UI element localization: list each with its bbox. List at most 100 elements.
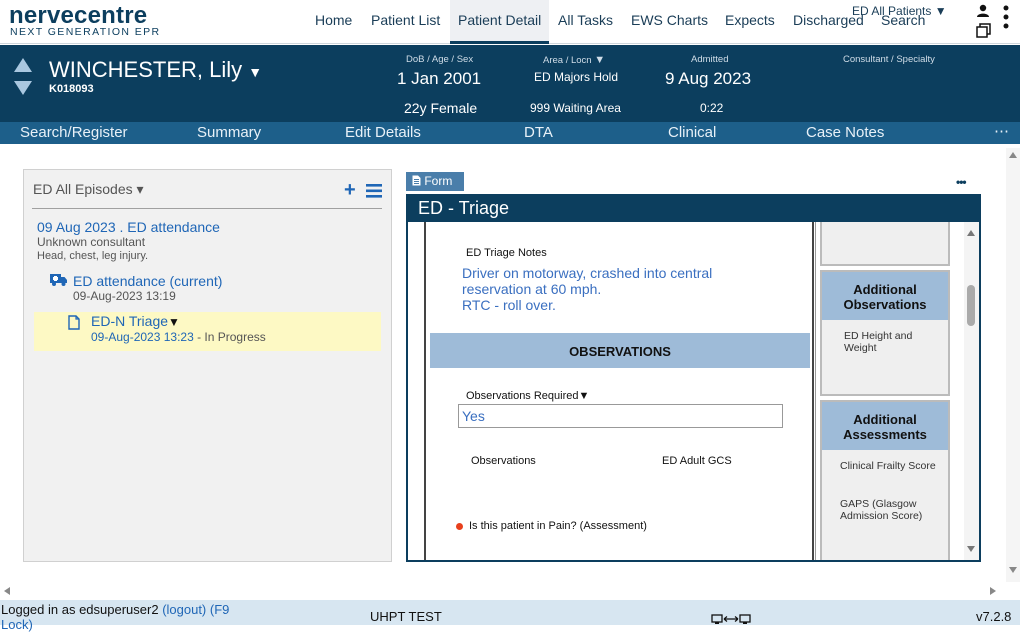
episode-consultant: Unknown consultant [37,235,146,249]
tab-edit-details[interactable]: Edit Details [345,124,421,141]
patient-list-selector[interactable]: ED All Patients ▼ [852,4,947,18]
tab-dta[interactable]: DTA [524,124,553,141]
nav-patient-detail[interactable]: Patient Detail [450,0,550,44]
page-horizontal-scrollbar[interactable] [0,584,1000,598]
patient-banner: WINCHESTER, Lily ▼ K018093 DoB / Age / S… [0,45,1020,123]
form-scroll-up-icon[interactable] [967,230,975,236]
ed-adult-gcs-link[interactable]: ED Adult GCS [662,455,732,467]
ed-attendance-time: 09-Aug-2023 13:19 [73,289,176,303]
patient-menu-caret[interactable]: ▼ [248,64,262,80]
location-value: 999 Waiting Area [530,101,621,115]
area-value: ED Majors Hold [534,70,619,84]
logged-in-text: Logged in as edsuperuser2 [1,602,159,617]
episodes-filter[interactable]: ED All Episodes ▾ [33,181,144,198]
obs-required-label-text: Observations Required [466,390,579,402]
more-menu-icon[interactable] [1003,5,1009,29]
nav-all-tasks[interactable]: All Tasks [558,12,613,28]
admitted-date: 9 Aug 2023 [665,69,752,88]
remote-connection-icon [711,614,751,624]
nav-ews-charts[interactable]: EWS Charts [631,12,708,28]
additional-observations-header: Additional Observations [822,272,948,320]
side-card-previous [820,222,950,266]
form-more-icon[interactable]: ••• [956,175,967,189]
pain-question-link[interactable]: Is this patient in Pain? (Assessment) [469,520,647,532]
obs-required-label[interactable]: Observations Required▼ [466,390,589,402]
observations-link[interactable]: Observations [471,455,536,467]
ed-attendance-link[interactable]: ED attendance (current) [73,273,222,289]
status-bar: Logged in as edsuperuser2 (logout) (F9 L… [0,600,1020,632]
age-sex-value: 22y Female [404,100,478,116]
patient-tabs: Search/Register Summary Edit Details DTA… [0,122,1020,144]
patient-name-text: WINCHESTER, Lily [49,57,243,82]
obs-required-field[interactable]: Yes [458,404,783,428]
form-scroll-down-icon[interactable] [967,546,975,552]
ed-height-weight-link[interactable]: ED Height and Weight [822,320,948,354]
logo-subtitle: NEXT GENERATION EPR [10,26,161,38]
form-left-border [424,222,426,560]
form-body: ED Triage Notes Driver on motorway, cras… [406,222,981,562]
form-scrollbar[interactable] [964,222,979,560]
consultant-label: Consultant / Specialty [843,54,935,65]
triage-menu-caret[interactable]: ▼ [168,315,180,329]
notes-line-1: Driver on motorway, crashed into central [462,265,713,281]
obs-required-caret[interactable]: ▼ [579,390,590,402]
admitted-time: 0:22 [700,101,724,115]
version-label: v7.2.8 [976,609,1012,624]
form-scroll-thumb[interactable] [967,285,975,326]
previous-patient-icon[interactable] [14,58,32,72]
triage-form-label: ED-N Triage [91,313,169,329]
form-tab-label: Form [424,174,453,188]
logout-link[interactable]: (logout) [162,602,206,617]
dob-label: DoB / Age / Sex [406,54,474,65]
area-caret[interactable]: ▼ [594,54,605,66]
triage-notes-label: ED Triage Notes [466,247,547,259]
tab-case-notes[interactable]: Case Notes [806,124,884,141]
triage-time: 09-Aug-2023 13:23 [91,330,194,344]
list-menu-icon[interactable] [366,184,382,198]
scroll-left-arrow-icon[interactable] [4,587,10,595]
gaps-score-link[interactable]: GAPS (Glasgow Admission Score) [822,472,948,522]
scroll-up-arrow-icon[interactable] [1009,152,1017,158]
page-scrollbar[interactable] [1006,148,1020,582]
admitted-label: Admitted [691,54,729,65]
area-label[interactable]: Area / Locn ▼ [543,54,605,66]
episode-title[interactable]: 09 Aug 2023 . ED attendance [37,219,220,235]
patient-name[interactable]: WINCHESTER, Lily ▼ [49,57,262,83]
tabs-more-icon[interactable]: ⋯ [994,122,1009,140]
next-patient-icon[interactable] [14,81,32,95]
required-dot-icon [456,523,463,530]
area-label-text: Area / Locn [543,55,592,66]
form-tab[interactable]: Form [406,172,464,191]
form-icon [412,175,421,186]
additional-observations-card: Additional Observations ED Height and We… [820,270,950,396]
scroll-down-arrow-icon[interactable] [1009,567,1017,573]
episodes-panel: ED All Episodes ▾ + 09 Aug 2023 . ED att… [23,169,392,562]
user-icon[interactable] [976,4,990,18]
triage-status-text: - In Progress [193,330,266,344]
nav-expects[interactable]: Expects [725,12,775,28]
clinical-frailty-score-link[interactable]: Clinical Frailty Score [822,450,948,472]
top-navigation-bar: nervecentre NEXT GENERATION EPR Home Pat… [0,0,1020,44]
form-title: ED - Triage [406,194,981,222]
triage-form-status: 09-Aug-2023 13:23 - In Progress [91,330,266,344]
additional-assessments-header: Additional Assessments [822,402,948,450]
scroll-right-arrow-icon[interactable] [990,587,996,595]
notes-line-2: reservation at 60 mph. [462,281,602,297]
nav-home[interactable]: Home [315,12,352,28]
environment-label: UHPT TEST [370,609,442,624]
additional-assessments-card: Additional Assessments Clinical Frailty … [820,400,950,560]
triage-form-title[interactable]: ED-N Triage▼ [91,313,180,329]
dob-value: 1 Jan 2001 [397,69,482,88]
windows-icon[interactable] [976,23,992,39]
form-column-divider [812,222,816,560]
tab-search-register[interactable]: Search/Register [20,124,128,141]
tab-clinical[interactable]: Clinical [668,124,716,141]
add-icon[interactable]: + [344,180,356,200]
episode-reason: Head, chest, leg injury. [37,250,149,262]
triage-notes-text[interactable]: Driver on motorway, crashed into central… [462,265,712,313]
observations-section-header: OBSERVATIONS [430,333,810,368]
tab-summary[interactable]: Summary [197,124,261,141]
triage-form-item[interactable]: ED-N Triage▼ 09-Aug-2023 13:23 - In Prog… [34,312,381,351]
nav-patient-list[interactable]: Patient List [371,12,440,28]
patient-id: K018093 [49,83,94,95]
